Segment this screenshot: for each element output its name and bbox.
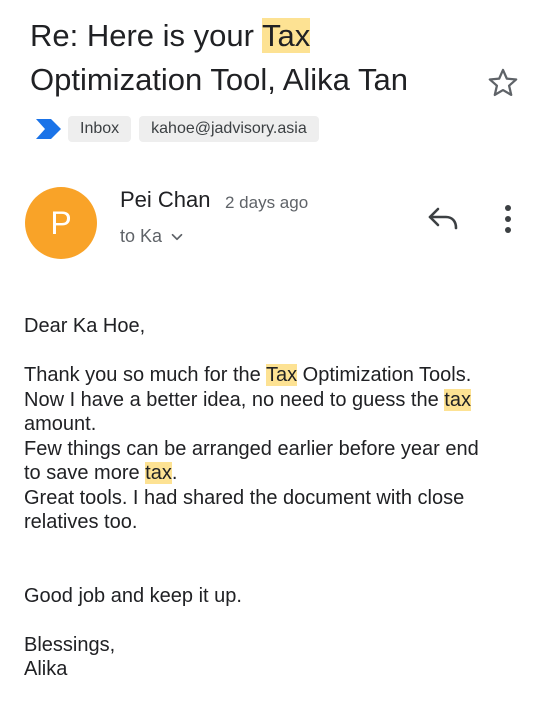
body-text: . [171,462,178,484]
email-body: Dear Ka Hoe, Thank you so much for the T… [24,314,524,682]
body-line: Thank you so much for the Tax Optimizati… [24,363,524,388]
search-highlight: tax [145,462,172,484]
body-text: amount. [24,413,97,435]
body-line: to save more tax. [24,461,524,486]
recipient-toggle[interactable]: to Ka [120,226,186,247]
importance-marker-icon [36,119,61,139]
more-vert-icon[interactable] [498,203,518,235]
reply-icon[interactable] [426,204,460,234]
subject-text: Optimization Tool, Alika Tan [30,62,408,97]
body-line: Great tools. I had shared the document w… [24,486,524,511]
body-line: Few things can be arranged earlier befor… [24,437,524,462]
label-chip-inbox[interactable]: Inbox [68,116,132,142]
email-subject: Re: Here is your Tax Optimization Tool, … [30,14,470,102]
body-line: amount. [24,412,524,437]
greeting: Dear Ka Hoe, [24,315,146,337]
label-row: Inbox kahoe@jadvisory.asia [36,116,327,142]
body-text: Few things can be arranged earlier befor… [24,437,479,460]
search-highlight: tax [444,388,471,411]
star-icon[interactable] [486,66,520,100]
body-text: Optimization Tools. [297,364,472,386]
body-paragraph: Thank you so much for the Tax Optimizati… [24,363,524,535]
body-text: Great tools. I had shared the document w… [24,486,465,509]
subject-highlight: Tax [262,18,311,53]
body-text: Thank you so much for the [24,364,266,386]
signature: Alika [24,658,68,680]
body-text: Now I have a better idea, no need to gue… [24,388,445,411]
body-line: Now I have a better idea, no need to gue… [24,388,524,413]
avatar[interactable]: P [25,187,97,259]
body-line: relatives too. [24,510,524,535]
signoff: Blessings, [24,633,116,656]
chevron-down-icon [171,233,183,240]
body-text: to save more [24,462,146,484]
sender-name: Pei Chan [120,187,211,212]
timestamp: 2 days ago [225,193,309,212]
subject-text: Re: Here is your [30,18,263,53]
label-chip-account[interactable]: kahoe@jadvisory.asia [139,116,319,142]
recipient-label: to Ka [120,226,163,246]
body-text: relatives too. [24,511,138,533]
closing-line: Good job and keep it up. [24,584,242,607]
search-highlight: Tax [265,364,298,386]
